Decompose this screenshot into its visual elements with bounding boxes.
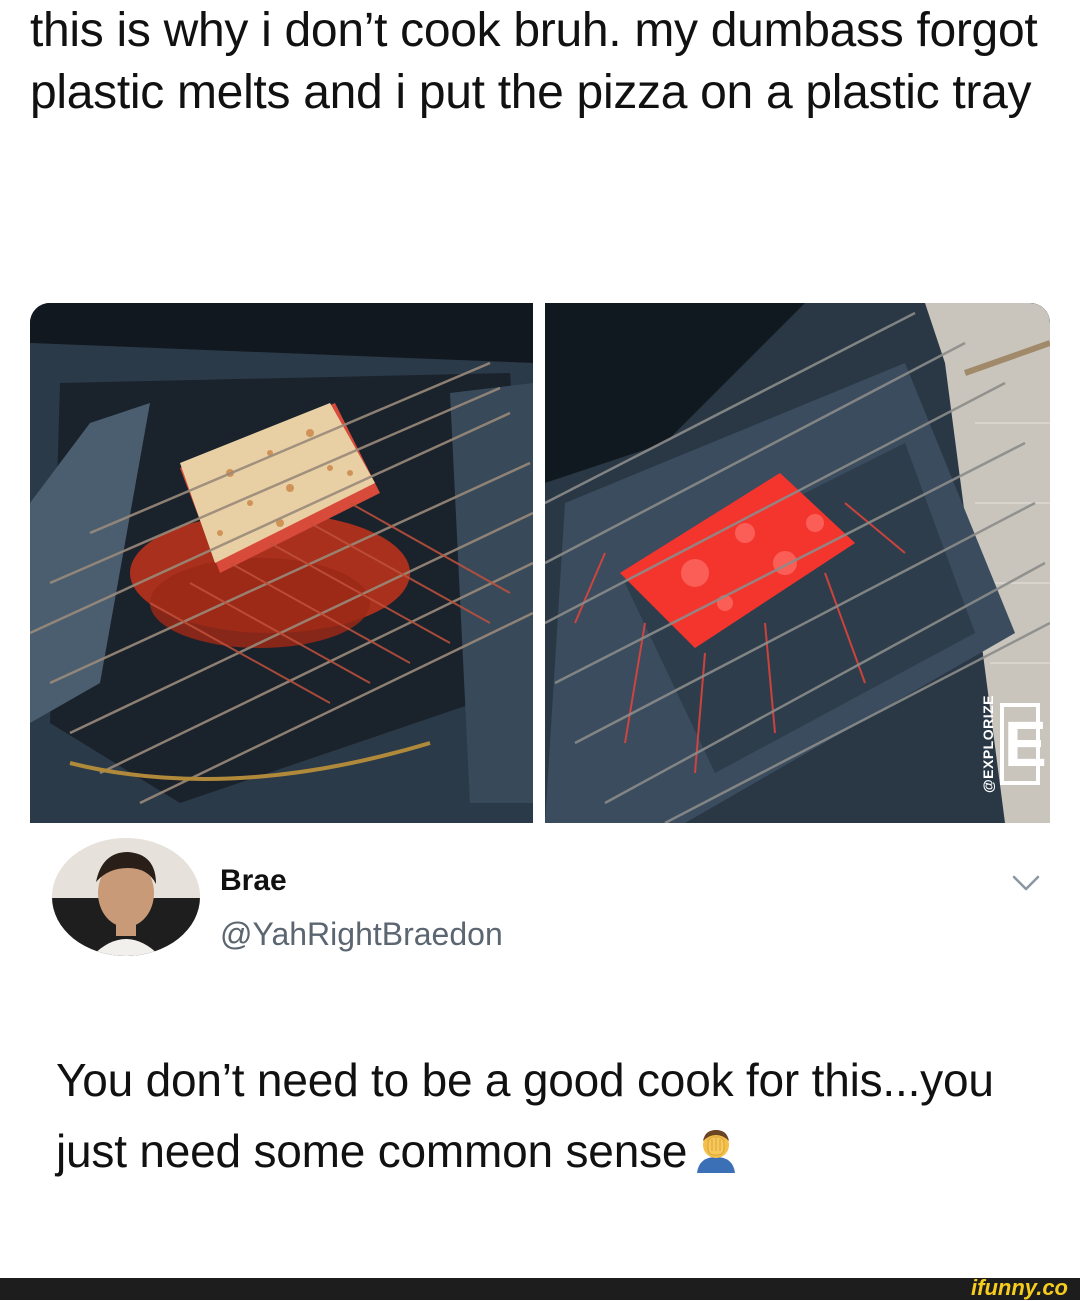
reply-body: You don’t need to be a good cook for thi… [56, 1045, 1036, 1187]
reply-author-row[interactable]: Brae @YahRightBraedon [52, 838, 1042, 958]
watermark-text: @EXPLORIZE [980, 695, 996, 793]
post-caption: this is why i don’t cook bruh. my dumbas… [30, 4, 1038, 119]
oven-rack-pizza-image [30, 303, 533, 823]
man-facepalming-icon [697, 1130, 736, 1173]
photo-grid[interactable]: @EXPLORIZE E [30, 303, 1050, 823]
oven-photo-before[interactable] [30, 303, 533, 823]
oven-photo-after[interactable]: @EXPLORIZE E [545, 303, 1050, 823]
melted-tray-image [545, 303, 1050, 823]
author-handle[interactable]: @YahRightBraedon [220, 916, 503, 953]
watermark-logo: E [1000, 703, 1047, 785]
watermark: @EXPLORIZE E [980, 695, 1047, 793]
ifunny-logo[interactable]: ifunny.co [971, 1275, 1068, 1301]
footer-bar: ifunny.co [0, 1275, 1080, 1301]
chevron-down-icon[interactable] [1010, 872, 1042, 894]
avatar[interactable] [52, 838, 200, 956]
reply-text: You don’t need to be a good cook for thi… [56, 1054, 994, 1177]
author-name[interactable]: Brae [220, 864, 287, 898]
